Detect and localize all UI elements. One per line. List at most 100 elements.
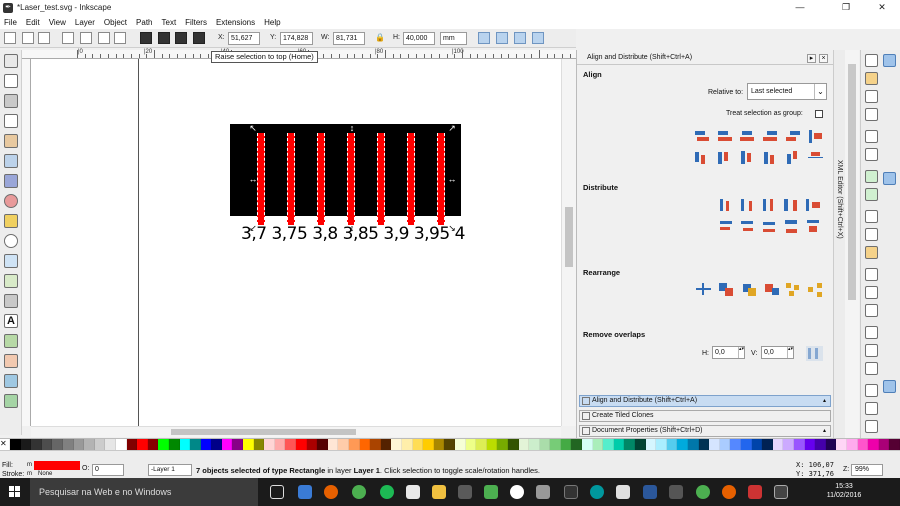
color-swatch[interactable] bbox=[84, 439, 95, 450]
red-rectangle[interactable] bbox=[407, 133, 415, 225]
scale-stroke-icon[interactable] bbox=[478, 32, 490, 44]
distribute-bottom-edges-icon[interactable] bbox=[761, 219, 778, 234]
canvas-horizontal-scrollbar[interactable] bbox=[31, 426, 561, 437]
relative-to-select[interactable]: Last selected ⌄ bbox=[747, 83, 827, 100]
color-swatch[interactable] bbox=[698, 439, 710, 450]
color-swatch[interactable] bbox=[338, 439, 349, 450]
firefox-icon[interactable] bbox=[324, 485, 338, 499]
randomize-centers-icon[interactable] bbox=[785, 282, 802, 297]
color-swatch[interactable] bbox=[454, 439, 466, 450]
color-swatch[interactable] bbox=[719, 439, 731, 450]
color-swatch[interactable] bbox=[836, 439, 847, 450]
color-swatch[interactable] bbox=[751, 439, 763, 450]
menu-extensions[interactable]: Extensions bbox=[216, 18, 255, 27]
color-swatch[interactable] bbox=[550, 439, 561, 450]
color-swatch[interactable] bbox=[264, 439, 275, 450]
color-swatch[interactable] bbox=[793, 439, 805, 450]
chrome-icon[interactable] bbox=[352, 485, 366, 499]
panel-scrollbar[interactable] bbox=[845, 50, 859, 438]
color-swatch[interactable] bbox=[211, 439, 222, 450]
deselect-icon[interactable] bbox=[38, 32, 50, 44]
align-text-left-icon[interactable] bbox=[807, 129, 824, 144]
red-rectangle[interactable] bbox=[437, 133, 445, 225]
color-swatch[interactable] bbox=[423, 439, 434, 450]
distribute-gaps-h-icon[interactable] bbox=[783, 197, 800, 212]
rotate-cw-icon[interactable] bbox=[80, 32, 92, 44]
color-swatch[interactable] bbox=[656, 439, 667, 450]
app-icon[interactable] bbox=[669, 485, 683, 499]
color-swatch[interactable] bbox=[804, 439, 816, 450]
app-icon[interactable] bbox=[748, 485, 762, 499]
fill-swatch[interactable] bbox=[34, 461, 80, 470]
color-swatch[interactable] bbox=[370, 439, 381, 450]
align-left-edges-icon[interactable] bbox=[716, 129, 733, 144]
align-baseline-icon[interactable] bbox=[807, 150, 824, 165]
color-swatch[interactable] bbox=[518, 439, 530, 450]
import-icon[interactable] bbox=[865, 130, 878, 143]
xml-editor-tab[interactable]: XML Editor (Shift+Ctrl+X) bbox=[833, 50, 845, 438]
scale-handle-ne[interactable]: ↗ bbox=[447, 123, 457, 133]
color-swatch[interactable] bbox=[624, 439, 636, 450]
align-bottom-to-top-icon[interactable] bbox=[693, 150, 710, 165]
eraser-tool-icon[interactable] bbox=[4, 354, 18, 368]
color-swatch[interactable] bbox=[253, 439, 265, 450]
pen-tool-icon[interactable] bbox=[4, 274, 18, 288]
menu-file[interactable]: File bbox=[4, 18, 17, 27]
color-swatch[interactable] bbox=[507, 439, 519, 450]
lower-icon[interactable] bbox=[158, 32, 170, 44]
zoom-field[interactable]: 99% bbox=[851, 464, 883, 476]
color-swatch[interactable] bbox=[592, 439, 604, 450]
stroke-value[interactable]: None bbox=[38, 471, 52, 477]
raise-to-top-icon[interactable] bbox=[193, 32, 205, 44]
color-swatch[interactable] bbox=[529, 439, 540, 450]
rectangle-tool-icon[interactable] bbox=[4, 154, 18, 168]
no-paint-swatch[interactable]: ✕ bbox=[0, 439, 10, 450]
select-all-icon[interactable] bbox=[4, 32, 16, 44]
arduino-icon[interactable] bbox=[590, 485, 604, 499]
color-swatch[interactable] bbox=[444, 439, 455, 450]
snap-toggle-icon[interactable] bbox=[883, 54, 896, 67]
color-swatch[interactable] bbox=[401, 439, 413, 450]
file-explorer-icon[interactable] bbox=[432, 485, 446, 499]
treat-as-group-checkbox[interactable] bbox=[815, 110, 823, 118]
color-swatch[interactable] bbox=[645, 439, 657, 450]
paint-bucket-tool-icon[interactable] bbox=[4, 374, 18, 388]
calligraphy-tool-icon[interactable] bbox=[4, 294, 18, 308]
select-all-layers-icon[interactable] bbox=[22, 32, 34, 44]
color-swatch[interactable] bbox=[20, 439, 32, 450]
color-swatch[interactable] bbox=[158, 439, 169, 450]
color-swatch[interactable] bbox=[200, 439, 212, 450]
itunes-icon[interactable] bbox=[406, 485, 420, 499]
paste-icon[interactable] bbox=[865, 246, 878, 259]
copy-icon[interactable] bbox=[865, 210, 878, 223]
align-left-to-right-icon[interactable] bbox=[785, 129, 802, 144]
color-swatch[interactable] bbox=[762, 439, 773, 450]
unclump-icon[interactable] bbox=[807, 282, 824, 297]
inkscape-taskbar-icon[interactable] bbox=[774, 485, 788, 499]
flip-vertical-icon[interactable] bbox=[114, 32, 126, 44]
panel-iconify-icon[interactable]: ▸ bbox=[807, 54, 816, 63]
color-swatch[interactable] bbox=[179, 439, 191, 450]
close-button[interactable]: ✕ bbox=[862, 0, 900, 15]
cut-icon[interactable] bbox=[865, 228, 878, 241]
red-rectangle[interactable] bbox=[257, 133, 265, 225]
color-swatch[interactable] bbox=[783, 439, 794, 450]
flip-horizontal-icon[interactable] bbox=[98, 32, 110, 44]
lower-to-bottom-icon[interactable] bbox=[140, 32, 152, 44]
align-right-to-left-icon[interactable] bbox=[693, 129, 710, 144]
scale-handle-n[interactable]: ↕ bbox=[347, 123, 357, 133]
maximize-button[interactable]: ❐ bbox=[826, 0, 866, 15]
overlap-h-field[interactable]: 0,0 ▴▾ bbox=[712, 346, 745, 359]
app-icon[interactable] bbox=[536, 485, 550, 499]
stepper-icon[interactable]: ▴▾ bbox=[738, 347, 744, 358]
color-swatch[interactable] bbox=[317, 439, 328, 450]
menu-text[interactable]: Text bbox=[162, 18, 177, 27]
color-swatch[interactable] bbox=[465, 439, 477, 450]
ellipse-tool-icon[interactable] bbox=[4, 194, 18, 208]
open-file-icon[interactable] bbox=[865, 72, 878, 85]
edge-browser-icon[interactable] bbox=[298, 485, 312, 499]
color-swatch[interactable] bbox=[709, 439, 720, 450]
remove-overlaps-icon[interactable] bbox=[806, 346, 823, 361]
color-swatch[interactable] bbox=[582, 439, 593, 450]
stepper-icon[interactable]: ▴▾ bbox=[787, 347, 793, 358]
